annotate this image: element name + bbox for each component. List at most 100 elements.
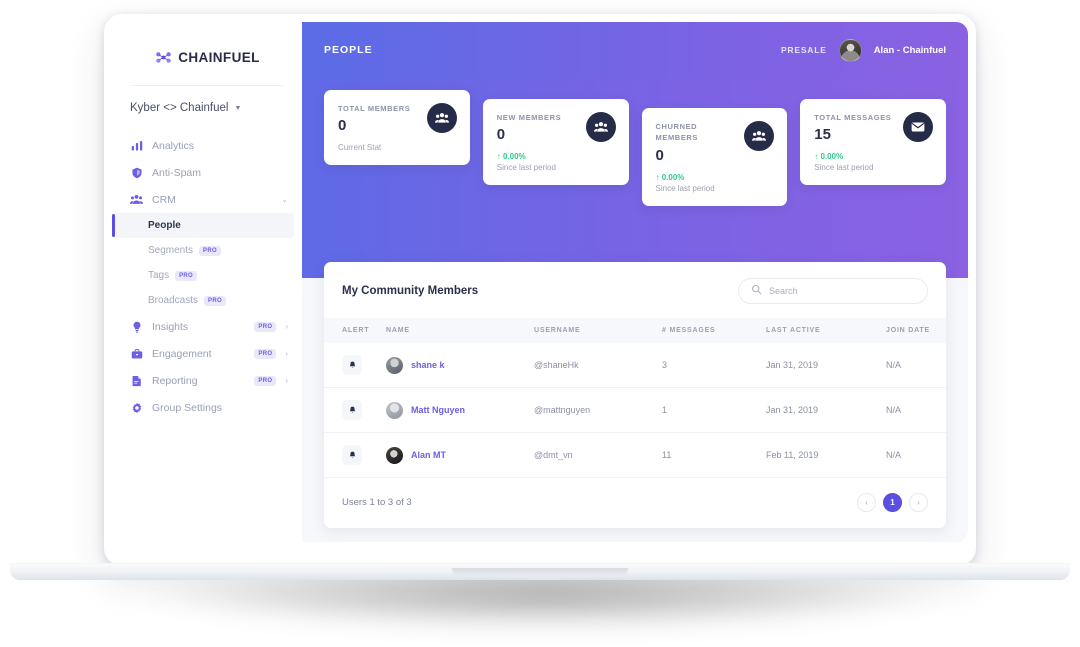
stat-delta: ↑ 0.00% bbox=[814, 152, 932, 161]
search-icon bbox=[751, 282, 762, 300]
main-content: PEOPLE PRESALE Alan - Chainfuel TOTAL ME… bbox=[302, 22, 968, 542]
arrow-up-icon: ↑ bbox=[655, 172, 660, 182]
document-icon bbox=[130, 374, 143, 387]
column-header-last-active[interactable]: LAST ACTIVE bbox=[766, 318, 886, 343]
table-body: shane k @shaneHk 3 Jan 31, 2019 N/A Matt… bbox=[324, 343, 946, 478]
sidebar-item-reporting[interactable]: Reporting PRO › bbox=[112, 367, 302, 394]
stat-delta: ↑ 0.00% bbox=[497, 152, 615, 161]
stat-delta-value: 0.00% bbox=[820, 152, 844, 162]
pro-badge: PRO bbox=[175, 270, 198, 281]
laptop-notch bbox=[452, 568, 628, 575]
sidebar-item-analytics[interactable]: Analytics bbox=[112, 132, 302, 159]
avatar bbox=[386, 356, 403, 374]
cell-last-active: Jan 31, 2019 bbox=[766, 387, 886, 433]
chevron-down-icon: ⌄ bbox=[281, 195, 288, 204]
stat-card-total-messages: TOTAL MESSAGES 15 ↑ 0.00% Since last per… bbox=[800, 99, 946, 186]
page-button-1[interactable]: 1 bbox=[883, 493, 902, 512]
sidebar-subitem-label: Broadcasts bbox=[148, 295, 199, 306]
stat-label: TOTAL MEMBERS bbox=[338, 104, 411, 113]
cell-join-date: N/A bbox=[886, 387, 946, 433]
cell-name: shane k bbox=[386, 343, 534, 388]
cell-join-date: N/A bbox=[886, 432, 946, 478]
sidebar-item-crm[interactable]: CRM ⌄ bbox=[112, 186, 302, 213]
column-header-join-date[interactable]: JOIN DATE bbox=[886, 318, 946, 343]
search-input[interactable]: Search bbox=[738, 278, 928, 304]
pro-badge: PRO bbox=[254, 321, 277, 332]
cell-join-date: N/A bbox=[886, 343, 946, 388]
member-name-link[interactable]: shane k bbox=[411, 360, 445, 370]
table-row[interactable]: Matt Nguyen @mattnguyen 1 Jan 31, 2019 N… bbox=[324, 387, 946, 433]
sidebar-item-anti-spam[interactable]: Anti-Spam bbox=[112, 159, 302, 186]
top-bar: PEOPLE PRESALE Alan - Chainfuel bbox=[302, 22, 968, 78]
cell-name: Alan MT bbox=[386, 432, 534, 478]
members-table: ALERT NAME USERNAME # MESSAGES LAST ACTI… bbox=[324, 318, 946, 478]
table-footer: Users 1 to 3 of 3 ‹ 1 › bbox=[324, 478, 946, 528]
cell-messages: 1 bbox=[662, 387, 766, 433]
sidebar-item-label: Reporting bbox=[152, 374, 198, 387]
laptop-mockup-scene: CHAINFUEL Kyber <> Chainfuel ▼ Analytics… bbox=[0, 0, 1080, 647]
app-screen: CHAINFUEL Kyber <> Chainfuel ▼ Analytics… bbox=[112, 22, 968, 542]
stat-sub: Since last period bbox=[655, 183, 715, 193]
sidebar-nav: Analytics Anti-Spam CRM ⌄ People Segment… bbox=[112, 132, 302, 421]
table-row[interactable]: Alan MT @dmt_vn 11 Feb 11, 2019 N/A bbox=[324, 432, 946, 478]
workspace-switcher[interactable]: Kyber <> Chainfuel ▼ bbox=[112, 86, 302, 132]
search-placeholder: Search bbox=[769, 286, 798, 296]
member-name-link[interactable]: Matt Nguyen bbox=[411, 405, 465, 415]
chevron-right-icon: › bbox=[285, 322, 288, 331]
page-title: PEOPLE bbox=[324, 44, 373, 56]
sidebar: CHAINFUEL Kyber <> Chainfuel ▼ Analytics… bbox=[112, 22, 302, 542]
pro-badge: PRO bbox=[254, 348, 277, 359]
table-title: My Community Members bbox=[342, 285, 479, 297]
people-icon bbox=[130, 193, 143, 206]
people-icon bbox=[426, 103, 457, 133]
workspace-label: Kyber <> Chainfuel bbox=[130, 102, 229, 114]
pagination-summary: Users 1 to 3 of 3 bbox=[342, 497, 412, 508]
stat-cards: TOTAL MEMBERS 0 Current Stat NEW MEMBERS… bbox=[324, 90, 946, 206]
sidebar-item-label: Group Settings bbox=[152, 401, 223, 414]
bell-icon[interactable] bbox=[342, 445, 362, 465]
stat-delta: ↑ 0.00% bbox=[656, 173, 774, 182]
chevron-right-icon: › bbox=[285, 349, 288, 358]
chainfuel-molecule-icon bbox=[154, 48, 173, 67]
user-name[interactable]: Alan - Chainfuel bbox=[874, 45, 946, 56]
cell-messages: 3 bbox=[662, 343, 766, 388]
chevron-right-icon[interactable]: › bbox=[909, 493, 928, 512]
stat-card-churned-members: CHURNED MEMBERS 0 ↑ 0.00% Since last per… bbox=[641, 108, 788, 206]
chevron-down-icon: ▼ bbox=[234, 104, 242, 112]
stat-sub: Since last period bbox=[496, 163, 556, 173]
cell-username: @dmt_vn bbox=[534, 432, 662, 478]
sidebar-item-segments[interactable]: Segments PRO bbox=[112, 238, 302, 263]
people-icon bbox=[585, 112, 616, 142]
bell-icon[interactable] bbox=[342, 400, 362, 420]
chevron-left-icon[interactable]: ‹ bbox=[857, 493, 876, 512]
sidebar-item-group-settings[interactable]: Group Settings bbox=[112, 394, 302, 421]
briefcase-icon bbox=[130, 347, 143, 360]
column-header-messages[interactable]: # MESSAGES bbox=[662, 318, 766, 343]
avatar bbox=[386, 446, 403, 464]
brand-logo[interactable]: CHAINFUEL bbox=[112, 48, 302, 85]
members-table-card: My Community Members Search ALERT NAME U… bbox=[324, 262, 946, 528]
bell-icon[interactable] bbox=[342, 355, 362, 375]
member-name-link[interactable]: Alan MT bbox=[411, 450, 446, 460]
avatar[interactable] bbox=[838, 38, 862, 62]
envelope-icon bbox=[903, 112, 933, 142]
pro-badge: PRO bbox=[199, 245, 221, 256]
column-header-alert[interactable]: ALERT bbox=[324, 318, 386, 343]
bar-chart-icon bbox=[130, 139, 143, 152]
arrow-up-icon: ↑ bbox=[496, 152, 501, 162]
sidebar-item-label: CRM bbox=[152, 193, 176, 206]
column-header-username[interactable]: USERNAME bbox=[534, 318, 662, 343]
sidebar-item-engagement[interactable]: Engagement PRO › bbox=[112, 340, 302, 367]
sidebar-item-people[interactable]: People bbox=[112, 213, 294, 238]
column-header-name[interactable]: NAME bbox=[386, 318, 534, 343]
cell-alert bbox=[324, 432, 386, 478]
sidebar-subitem-label: Segments bbox=[148, 245, 194, 256]
sidebar-item-tags[interactable]: Tags PRO bbox=[112, 263, 302, 288]
sidebar-item-insights[interactable]: Insights PRO › bbox=[112, 313, 302, 340]
brand-name: CHAINFUEL bbox=[178, 50, 260, 65]
table-row[interactable]: shane k @shaneHk 3 Jan 31, 2019 N/A bbox=[324, 343, 946, 388]
pagination: ‹ 1 › bbox=[857, 493, 928, 512]
sidebar-item-label: Analytics bbox=[152, 139, 195, 152]
shield-icon bbox=[130, 166, 143, 179]
sidebar-item-broadcasts[interactable]: Broadcasts PRO bbox=[112, 288, 302, 313]
